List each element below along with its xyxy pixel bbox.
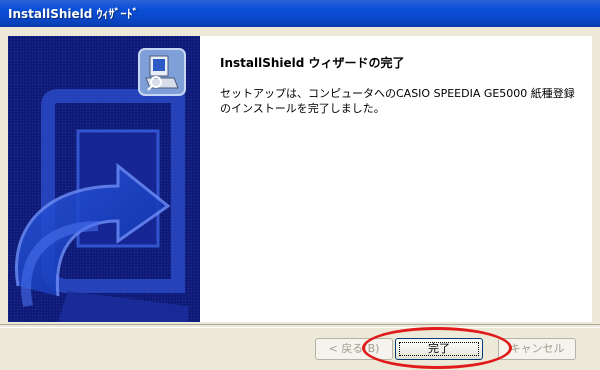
back-button[interactable]: < 戻る(B) (315, 338, 393, 360)
completion-message: セットアップは、コンピュータへのCASIO SPEEDIA GE5000 紙種登… (220, 87, 575, 115)
focus-rectangle (399, 342, 479, 356)
cancel-button[interactable]: キャンセル (498, 338, 576, 360)
wizard-content-area: InstallShield ウィザードの完了 セットアップは、コンピュータへのC… (200, 36, 592, 322)
finish-button[interactable]: 完了 (395, 338, 483, 360)
title-bar[interactable]: InstallShield ｳｨｻﾞｰﾄﾞ (0, 0, 600, 27)
button-separator (0, 324, 600, 328)
wizard-heading: InstallShield ウィザードの完了 (220, 56, 405, 70)
installshield-window: InstallShield ｳｨｻﾞｰﾄﾞ InstallShield ウィザー… (0, 0, 600, 370)
window-title: InstallShield ｳｨｻﾞｰﾄﾞ (8, 7, 139, 21)
wizard-graphic-panel (8, 36, 200, 322)
computer-setup-icon (138, 48, 186, 96)
